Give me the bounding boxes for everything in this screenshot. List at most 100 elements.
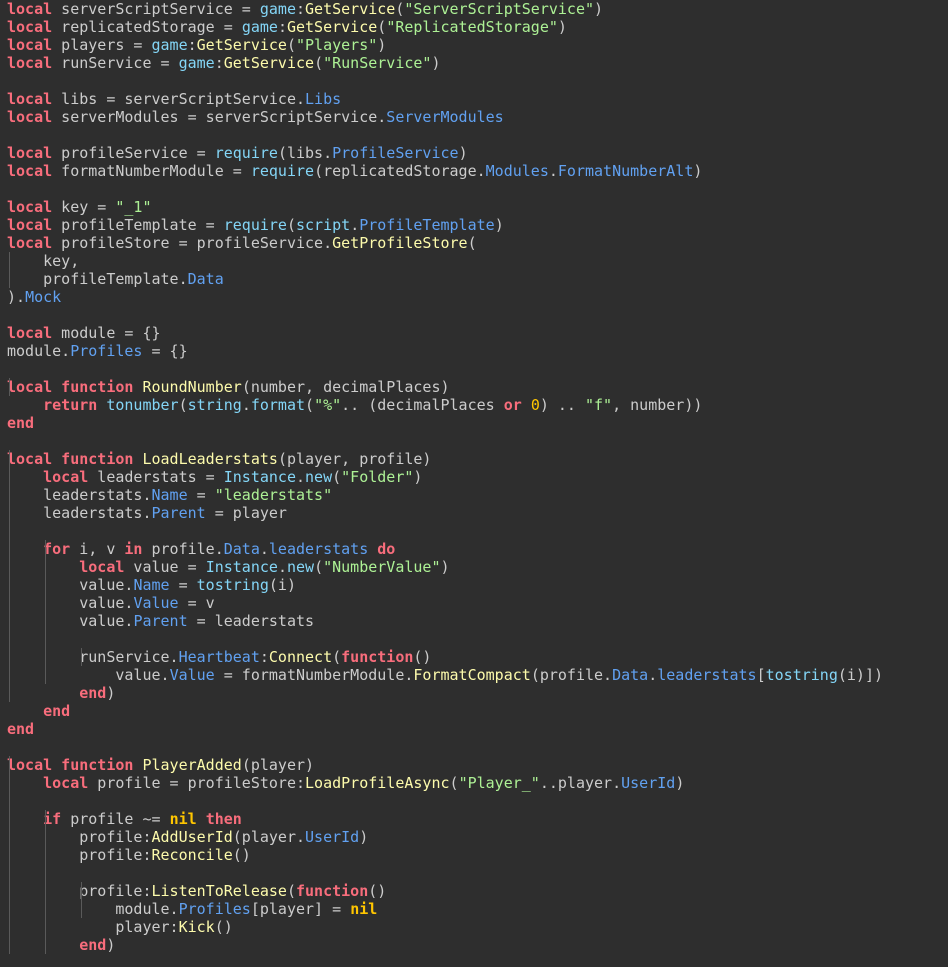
code-line[interactable]: local formatNumberModule = require(repli… [7, 162, 883, 180]
code-line[interactable] [7, 432, 883, 450]
indent-guide [45, 846, 47, 864]
code-line[interactable]: local function LoadLeaderstats(player, p… [7, 450, 883, 468]
builtin-token: string [187, 396, 242, 414]
property-token: ProfileService [332, 144, 459, 162]
code-line[interactable]: local runService = game:GetService("RunS… [7, 54, 883, 72]
string-token: "leaderstats" [214, 486, 333, 504]
builtin-token: game [241, 18, 278, 36]
code-editor[interactable]: local serverScriptService = game:GetServ… [0, 0, 948, 967]
code-area[interactable]: local serverScriptService = game:GetServ… [7, 0, 883, 954]
code-line[interactable] [7, 522, 883, 540]
code-line[interactable] [7, 864, 883, 882]
code-line[interactable]: end [7, 720, 883, 738]
code-line[interactable]: runService.Heartbeat:Connect(function() [7, 648, 883, 666]
code-line[interactable]: module.Profiles = {} [7, 342, 883, 360]
code-line[interactable]: end [7, 414, 883, 432]
string-token: "RunService" [323, 54, 432, 72]
code-line[interactable]: local function RoundNumber(number, decim… [7, 378, 883, 396]
text-token: runService. [79, 648, 179, 666]
code-line[interactable]: local profileTemplate = require(script.P… [7, 216, 883, 234]
function-token: LoadProfileAsync [305, 774, 450, 792]
code-line[interactable]: if profile ~= nil then [7, 810, 883, 828]
text-token: ) [359, 828, 369, 846]
text-token: () [368, 882, 387, 900]
code-line[interactable]: return tonumber(string.format("%".. (dec… [7, 396, 883, 414]
code-line[interactable] [7, 630, 883, 648]
code-line[interactable] [7, 360, 883, 378]
code-line[interactable]: profile:Reconcile() [7, 846, 883, 864]
code-line[interactable]: local key = "_1" [7, 198, 883, 216]
text-token: runService = [52, 54, 179, 72]
code-line[interactable]: profileTemplate.Data [7, 270, 883, 288]
text-token: . [548, 162, 558, 180]
code-line[interactable]: ).Mock [7, 288, 883, 306]
indent-guide [45, 594, 47, 612]
keyword-token: local [7, 144, 53, 162]
nil-token: nil [350, 900, 378, 918]
text-token: profile. [142, 540, 224, 558]
code-line[interactable] [7, 126, 883, 144]
code-line[interactable]: local leaderstats = Instance.new("Folder… [7, 468, 883, 486]
code-line[interactable]: module.Profiles[player] = nil [7, 900, 883, 918]
code-line[interactable] [7, 306, 883, 324]
code-line[interactable] [7, 72, 883, 90]
text-token: ( [467, 234, 477, 252]
text-token: (replicatedStorage. [314, 162, 486, 180]
code-line[interactable]: local libs = serverScriptService.Libs [7, 90, 883, 108]
text-token: ) [413, 468, 423, 486]
keyword-token: return [43, 396, 98, 414]
text-token: = leaderstats [187, 612, 315, 630]
code-line[interactable]: local profileService = require(libs.Prof… [7, 144, 883, 162]
code-line[interactable]: key, [7, 252, 883, 270]
code-line[interactable]: for i, v in profile.Data.leaderstats do [7, 540, 883, 558]
code-line[interactable] [7, 792, 883, 810]
text-token: profile = profileStore: [88, 774, 306, 792]
code-line[interactable]: player:Kick() [7, 918, 883, 936]
code-line[interactable]: profile:AddUserId(player.UserId) [7, 828, 883, 846]
code-line[interactable]: profile:ListenToRelease(function() [7, 882, 883, 900]
text-token: ) [494, 216, 504, 234]
code-line[interactable]: value.Value = formatNumberModule.FormatC… [7, 666, 883, 684]
code-line[interactable]: value.Name = tostring(i) [7, 576, 883, 594]
code-line[interactable]: local module = {} [7, 324, 883, 342]
code-line[interactable]: value.Value = v [7, 594, 883, 612]
code-line[interactable]: leaderstats.Name = "leaderstats" [7, 486, 883, 504]
code-line[interactable]: local profileStore = profileService.GetP… [7, 234, 883, 252]
code-line[interactable] [7, 180, 883, 198]
function-token: LoadLeaderstats [142, 450, 278, 468]
text-token: libs = serverScriptService. [52, 90, 306, 108]
code-line[interactable]: end) [7, 936, 883, 954]
text-token: ) [431, 54, 441, 72]
indent-guide [45, 576, 47, 594]
keyword-token: local [7, 216, 53, 234]
code-line[interactable]: local serverScriptService = game:GetServ… [7, 0, 883, 18]
code-line[interactable]: local value = Instance.new("NumberValue"… [7, 558, 883, 576]
text-token: ( [305, 396, 315, 414]
keyword-token: local [7, 0, 53, 18]
text-token: = v [178, 594, 215, 612]
code-line[interactable]: local players = game:GetService("Players… [7, 36, 883, 54]
property-token: UserId [305, 828, 360, 846]
code-line[interactable]: local replicatedStorage = game:GetServic… [7, 18, 883, 36]
code-line[interactable]: local function PlayerAdded(player) [7, 756, 883, 774]
code-line[interactable]: leaderstats.Parent = player [7, 504, 883, 522]
code-line[interactable]: value.Parent = leaderstats [7, 612, 883, 630]
code-line[interactable]: local profile = profileStore:LoadProfile… [7, 774, 883, 792]
code-line[interactable] [7, 738, 883, 756]
indent-guide [45, 612, 47, 630]
text-token: (libs. [277, 144, 333, 162]
code-line[interactable]: end [7, 702, 883, 720]
code-line[interactable]: end) [7, 684, 883, 702]
indent-guide [45, 864, 47, 882]
indent-guide [9, 792, 10, 810]
keyword-token: for [43, 540, 71, 558]
code-line[interactable]: local serverModules = serverScriptServic… [7, 108, 883, 126]
function-token: PlayerAdded [142, 756, 242, 774]
function-token: GetService [223, 54, 315, 72]
indent-guide [45, 828, 47, 846]
